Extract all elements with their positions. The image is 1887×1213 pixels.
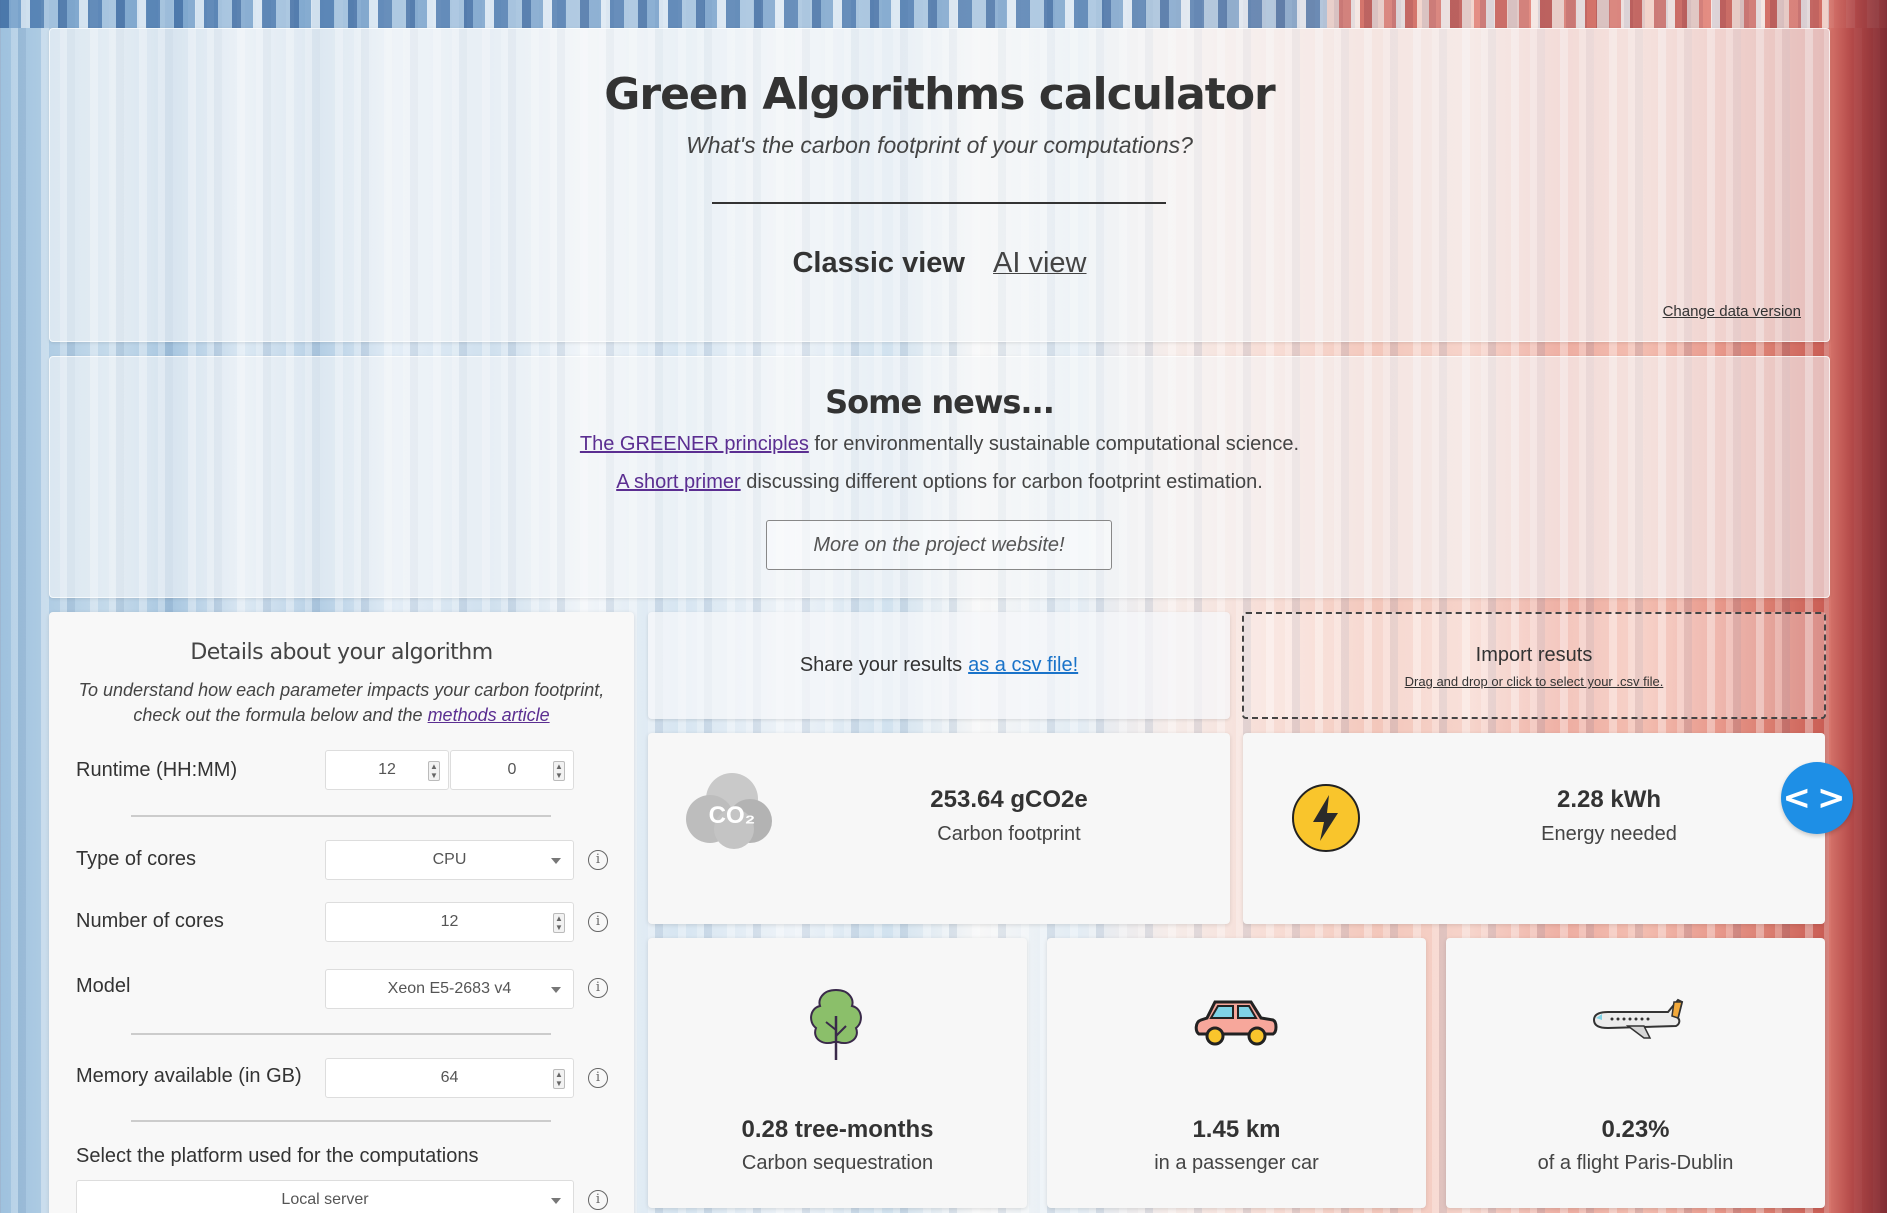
co2-cloud-icon: CO₂ [686, 773, 772, 849]
memory-value: 64 [440, 1069, 459, 1086]
runtime-hours-stepper[interactable]: ▲ ▼ [428, 761, 440, 781]
flight-share-label: of a flight Paris-Dublin [1537, 1152, 1734, 1174]
model-value: Xeon E5-2683 v4 [387, 980, 512, 997]
app-title: Green Algorithms calculator [604, 69, 1276, 120]
flight-card: 0.23% of a flight Paris-Dublin [1446, 938, 1825, 1208]
info-icon[interactable]: i [588, 978, 608, 998]
memory-label: Memory available (in GB) [76, 1065, 302, 1087]
news-line-greener-text: for environmentally sustainable computat… [808, 433, 1300, 455]
runtime-minutes-input[interactable]: 0 ▲ ▼ [450, 750, 574, 790]
greener-principles-link[interactable]: The GREENER principles [580, 433, 809, 455]
app-subtitle: What's the carbon footprint of your comp… [686, 132, 1193, 158]
form-divider [131, 815, 551, 817]
runtime-hours-value: 12 [378, 761, 396, 778]
code-toggle-button[interactable]: <> [1781, 762, 1853, 834]
cores-type-label: Type of cores [76, 848, 197, 870]
runtime-minutes-stepper[interactable]: ▲ ▼ [553, 761, 565, 781]
import-title: Import resuts [1475, 644, 1593, 666]
num-cores-stepper[interactable]: ▲ ▼ [553, 913, 565, 933]
num-cores-input[interactable]: 12 ▲ ▼ [325, 902, 574, 942]
stripes-top-band-warm [1327, 0, 1887, 28]
short-primer-link[interactable]: A short primer [616, 471, 740, 493]
memory-stepper[interactable]: ▲ ▼ [553, 1069, 565, 1089]
tab-classic-view[interactable]: Classic view [792, 247, 965, 280]
code-toggle-icon: <> [1782, 778, 1852, 818]
chevron-down-icon [551, 987, 561, 993]
news-line-greener: The GREENER principles for environmental… [50, 433, 1829, 456]
cores-type-select[interactable]: CPU [325, 840, 574, 880]
algorithm-details-panel: Details about your algorithm To understa… [49, 612, 634, 1213]
airplane-icon [1592, 998, 1684, 1039]
energy-card: 2.28 kWh Energy needed [1243, 733, 1825, 924]
cores-type-value: CPU [432, 851, 467, 868]
tree-icon [810, 988, 862, 1060]
energy-value: 2.28 kWh [1556, 786, 1662, 813]
car-card: 1.45 km in a passenger car [1047, 938, 1426, 1208]
info-icon[interactable]: i [588, 1190, 608, 1210]
flight-share-value: 0.23% [1601, 1116, 1670, 1143]
share-results-panel: Share your results as a csv file! [648, 612, 1230, 719]
tree-months-value: 0.28 tree-months [741, 1116, 934, 1143]
car-distance-label: in a passenger car [1154, 1152, 1319, 1174]
stripes-right-edge [1829, 0, 1887, 1213]
platform-label: Select the platform used for the computa… [76, 1145, 479, 1167]
tab-ai-view[interactable]: AI view [993, 247, 1086, 280]
news-line-primer: A short primer discussing different opti… [50, 471, 1829, 494]
news-panel: Some news... The GREENER principles for … [49, 356, 1830, 598]
share-results-text: Share your results [799, 654, 963, 676]
car-icon [1194, 1000, 1278, 1046]
form-description: To understand how each parameter impacts… [69, 678, 614, 728]
runtime-hours-input[interactable]: 12 ▲ ▼ [325, 750, 449, 790]
carbon-footprint-value: 253.64 gCO2e [930, 786, 1088, 813]
runtime-label: Runtime (HH:MM) [76, 759, 238, 781]
info-icon[interactable]: i [588, 1068, 608, 1088]
form-divider [131, 1033, 551, 1035]
import-results-dropzone[interactable]: Import resuts Drag and drop or click to … [1242, 612, 1826, 719]
num-cores-label: Number of cores [76, 910, 224, 932]
co2-icon-text: CO₂ [709, 802, 756, 829]
memory-input[interactable]: 64 ▲ ▼ [325, 1058, 574, 1098]
news-line-primer-text: discussing different options for carbon … [740, 471, 1263, 493]
tree-months-label: Carbon sequestration [741, 1152, 934, 1174]
lightning-icon [1292, 784, 1360, 852]
energy-label: Energy needed [1541, 823, 1677, 845]
chevron-down-icon [551, 1198, 561, 1204]
form-divider [131, 1120, 551, 1122]
platform-value: Local server [281, 1191, 369, 1208]
carbon-footprint-card: CO₂ 253.64 gCO2e Carbon footprint [648, 733, 1230, 924]
info-icon[interactable]: i [588, 850, 608, 870]
view-tabs: Classic view AI view [50, 247, 1829, 280]
model-select[interactable]: Xeon E5-2683 v4 [325, 969, 574, 1009]
change-data-version-link[interactable]: Change data version [1663, 303, 1801, 320]
methods-article-link[interactable]: methods article [428, 705, 550, 725]
header-panel: Green Algorithms calculator What's the c… [49, 28, 1830, 342]
form-title: Details about your algorithm [190, 640, 493, 665]
chevron-down-icon [551, 858, 561, 864]
header-divider [712, 202, 1166, 204]
car-distance-value: 1.45 km [1192, 1116, 1281, 1143]
tree-months-card: 0.28 tree-months Carbon sequestration [648, 938, 1027, 1208]
project-website-button[interactable]: More on the project website! [766, 520, 1112, 570]
num-cores-value: 12 [440, 913, 459, 930]
runtime-minutes-value: 0 [507, 761, 517, 778]
platform-select[interactable]: Local server [76, 1180, 574, 1213]
csv-download-link[interactable]: as a csv file! [968, 654, 1078, 677]
carbon-footprint-label: Carbon footprint [937, 823, 1081, 845]
news-title: Some news... [825, 383, 1055, 421]
info-icon[interactable]: i [588, 912, 608, 932]
model-label: Model [76, 975, 131, 997]
import-instructions[interactable]: Drag and drop or click to select your .c… [1244, 674, 1824, 689]
